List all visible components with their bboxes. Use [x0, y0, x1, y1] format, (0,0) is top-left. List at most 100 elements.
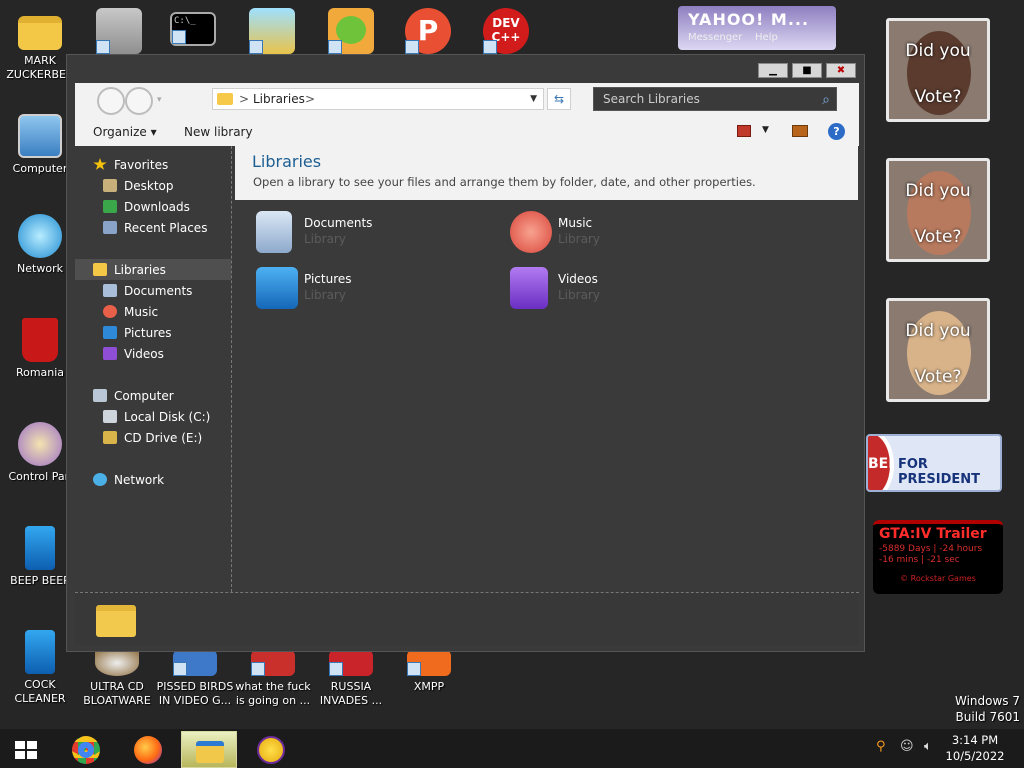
- messenger-tray-icon[interactable]: ☺: [900, 739, 914, 754]
- library-type: Library: [558, 232, 600, 246]
- desktop-icon-label: what the fuck is going on ...: [235, 680, 311, 707]
- organize-button[interactable]: Organize ▾: [93, 125, 157, 139]
- sidebar-libraries[interactable]: Libraries: [93, 260, 166, 280]
- explorer-window[interactable]: ▁ ■ ✖ ▾ > Libraries > ▼ ⇆ Search Librari…: [66, 54, 865, 652]
- maximize-button[interactable]: ■: [792, 63, 822, 78]
- sidebar-item-pictures[interactable]: Pictures: [103, 323, 172, 343]
- search-placeholder: Search Libraries: [603, 92, 700, 106]
- search-input[interactable]: Search Libraries ⌕: [593, 87, 837, 111]
- sidebar-item-desktop[interactable]: Desktop: [103, 176, 174, 196]
- desktop-icon-pissed-birds[interactable]: PISSED BIRDS IN VIDEO G...: [155, 650, 235, 708]
- taskbar-firefox[interactable]: [120, 731, 176, 768]
- library-name: Music: [558, 216, 593, 230]
- minimize-button[interactable]: ▁: [758, 63, 788, 78]
- videos-icon: [510, 267, 548, 309]
- breadcrumb-separator[interactable]: >: [305, 89, 315, 109]
- desktop-icon-xmpp[interactable]: XMPP: [389, 650, 469, 694]
- breadcrumb-libraries[interactable]: Libraries: [253, 89, 305, 109]
- search-icon[interactable]: ⌕: [822, 89, 830, 111]
- desktop-icon-label: COCK CLEANER: [14, 678, 66, 705]
- back-forward-buttons: ▾: [97, 87, 167, 115]
- vote-gadget-2[interactable]: Did you Vote?: [886, 158, 990, 262]
- sidebar-item-videos[interactable]: Videos: [103, 344, 164, 364]
- sidebar-computer[interactable]: Computer: [93, 386, 174, 406]
- folder-icon: [18, 16, 62, 50]
- network-icon: [93, 473, 107, 486]
- address-dropdown-icon[interactable]: ▼: [530, 89, 537, 109]
- navigation-bar: ▾ > Libraries > ▼ ⇆ Search Libraries ⌕: [75, 83, 859, 119]
- vote-gadget-1[interactable]: Did you Vote?: [886, 18, 990, 122]
- sidebar-item-cd-drive[interactable]: CD Drive (E:): [103, 428, 202, 448]
- back-button[interactable]: [97, 87, 125, 115]
- taskbar-yahoo-messenger[interactable]: [243, 731, 299, 768]
- bee-text: FOR PRESIDENT: [898, 457, 981, 487]
- sidebar-label: Libraries: [114, 263, 166, 277]
- gta-footer: © Rockstar Games: [900, 574, 976, 583]
- windows-build-watermark: Windows 7 Build 7601: [930, 693, 1020, 725]
- sidebar-label: Videos: [124, 347, 164, 361]
- sidebar-item-recent-places[interactable]: Recent Places: [103, 218, 207, 238]
- volume-icon[interactable]: 🔈︎: [924, 739, 932, 754]
- p-app-shortcut-icon[interactable]: P: [405, 8, 451, 54]
- devcpp-shortcut-icon[interactable]: DEV C++: [483, 8, 529, 54]
- pig-game-shortcut-icon[interactable]: [328, 8, 374, 54]
- search-tray-icon[interactable]: ⚲: [876, 739, 886, 754]
- sidebar-item-local-disk[interactable]: Local Disk (C:): [103, 407, 210, 427]
- yahoo-messenger-gadget[interactable]: YAHOO! M... Messenger Help: [678, 6, 836, 50]
- app-shortcut-icon[interactable]: [249, 8, 295, 54]
- folder-icon: [96, 605, 136, 637]
- yahoo-messenger-icon: [257, 736, 285, 764]
- pictures-icon: [256, 267, 298, 309]
- taskbar-explorer[interactable]: [181, 731, 237, 768]
- view-dropdown-icon[interactable]: ▼: [762, 125, 769, 135]
- documents-icon: [103, 284, 117, 297]
- app-icon: [407, 650, 451, 676]
- folder-icon: [217, 93, 233, 105]
- vote-line-2: Vote?: [914, 87, 962, 107]
- desktop-icon-what-the[interactable]: what the fuck is going on ...: [233, 650, 313, 708]
- sidebar-label: Pictures: [124, 326, 172, 340]
- desktop-icon-label: ULTRA CD BLOATWARE: [83, 680, 151, 707]
- taskbar-clock[interactable]: 3:14 PM 10/5/2022: [944, 732, 1006, 764]
- sidebar-item-music[interactable]: Music: [103, 302, 158, 322]
- sidebar-label: CD Drive (E:): [124, 431, 203, 445]
- sidebar-label: Downloads: [124, 200, 190, 214]
- cmd-shortcut-icon[interactable]: C:\_: [170, 12, 216, 46]
- sidebar-network[interactable]: Network: [93, 470, 164, 490]
- close-button[interactable]: ✖: [826, 63, 856, 78]
- cd-icon: [95, 650, 139, 676]
- help-icon[interactable]: ?: [828, 123, 845, 140]
- start-button[interactable]: [15, 741, 37, 759]
- videos-icon: [103, 347, 117, 360]
- forward-button[interactable]: [125, 87, 153, 115]
- breadcrumb-separator[interactable]: >: [239, 89, 249, 109]
- firefox-icon: [134, 736, 162, 764]
- taskbar: ⚲ ☺ 🔈︎: [0, 729, 1024, 768]
- preview-pane-icon[interactable]: [792, 125, 808, 137]
- vote-gadget-3[interactable]: Did you Vote?: [886, 298, 990, 402]
- recycle-bin-icon: [22, 318, 58, 362]
- change-view-icon[interactable]: [737, 125, 751, 137]
- command-bar: Organize ▾ New library ▼ ?: [75, 119, 859, 146]
- refresh-button[interactable]: ⇆: [547, 88, 571, 110]
- star-icon: [93, 158, 107, 170]
- sidebar-label: Desktop: [124, 179, 174, 193]
- history-dropdown-icon[interactable]: ▾: [157, 95, 162, 105]
- library-header: Libraries Open a library to see your fil…: [235, 146, 858, 200]
- new-library-button[interactable]: New library: [184, 125, 253, 139]
- gta-countdown-gadget[interactable]: GTA:IV Trailer -5889 Days | -24 hours -1…: [873, 520, 1003, 594]
- taskbar-chrome[interactable]: [58, 731, 114, 768]
- desktop-icon-russia-invades[interactable]: RUSSIA INVADES ...: [311, 650, 391, 708]
- recent-places-icon: [103, 221, 117, 234]
- address-bar[interactable]: > Libraries > ▼: [212, 88, 544, 110]
- desktop-icon-label: PISSED BIRDS IN VIDEO G...: [156, 680, 234, 707]
- sidebar-item-downloads[interactable]: Downloads: [103, 197, 190, 217]
- bee-prefix: BEE: [868, 456, 890, 472]
- sidebar-item-documents[interactable]: Documents: [103, 281, 192, 301]
- network-icon: [18, 214, 62, 258]
- devcpp-label: DEV C++: [491, 16, 521, 44]
- settings-shortcut-icon[interactable]: [96, 8, 142, 54]
- bee-for-president-gadget[interactable]: BEE FOR PRESIDENT: [866, 434, 1002, 492]
- desktop-icon-ultra-cd[interactable]: ULTRA CD BLOATWARE: [77, 650, 157, 708]
- sidebar-favorites[interactable]: Favorites: [93, 155, 168, 175]
